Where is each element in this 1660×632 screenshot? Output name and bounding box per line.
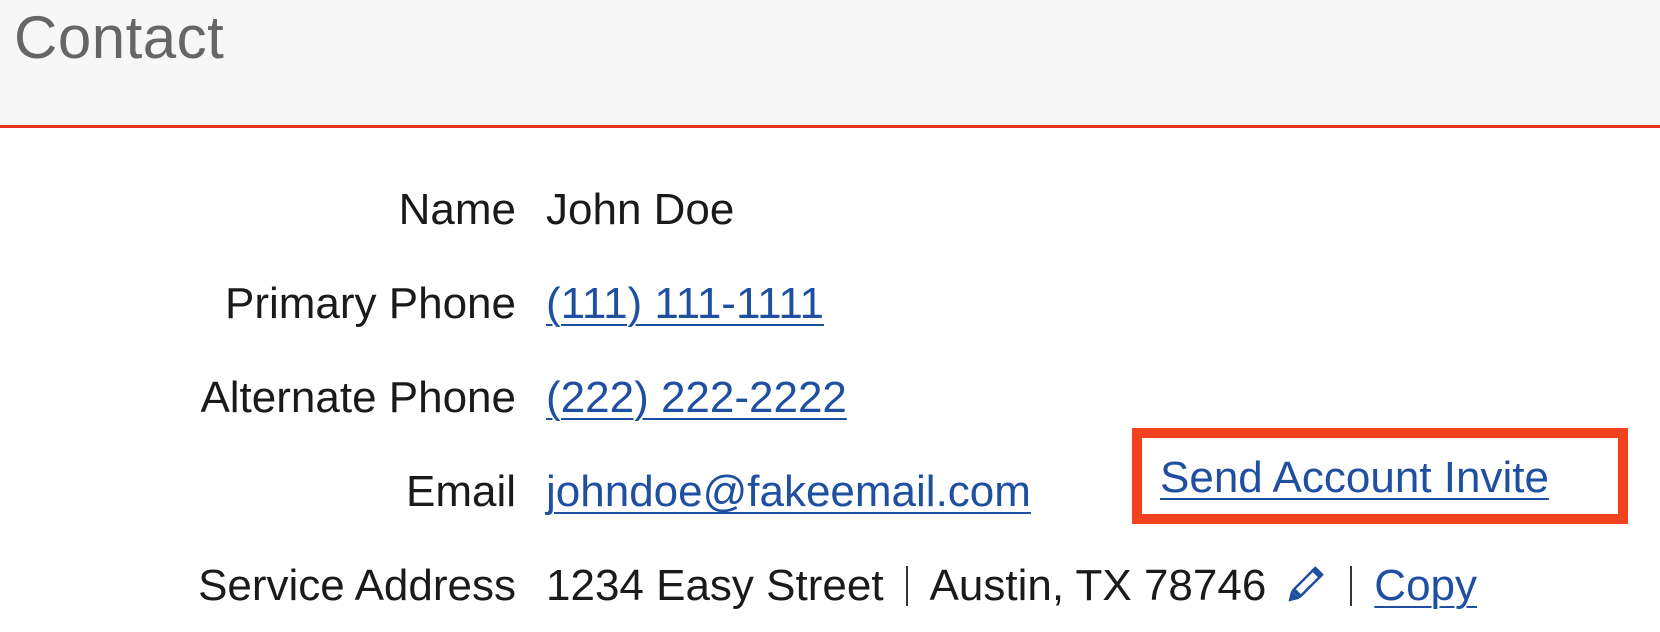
email-link[interactable]: johndoe@fakeemail.com [546, 467, 1031, 517]
address-street: 1234 Easy Street [546, 561, 884, 610]
address-separator [905, 566, 908, 606]
primary-phone-row: Primary Phone (111) 111-1111 [0, 274, 1660, 334]
name-value: John Doe [546, 185, 735, 234]
copy-separator [1350, 566, 1353, 606]
alternate-phone-link[interactable]: (222) 222-2222 [546, 373, 847, 423]
send-account-invite-link[interactable]: Send Account Invite [1160, 452, 1549, 504]
pencil-icon[interactable] [1280, 562, 1328, 610]
primary-phone-label: Primary Phone [224, 279, 516, 328]
alternate-phone-row: Alternate Phone (222) 222-2222 [0, 368, 1660, 428]
service-address-row: Service Address 1234 Easy Street Austin,… [0, 556, 1660, 616]
panel-title: Contact [14, 4, 225, 71]
alternate-phone-label: Alternate Phone [200, 373, 516, 422]
copy-address-link[interactable]: Copy [1374, 561, 1477, 611]
service-address-label: Service Address [198, 561, 516, 610]
primary-phone-link[interactable]: (111) 111-1111 [546, 279, 824, 329]
panel-header: Contact [0, 0, 1660, 128]
name-label: Name [398, 185, 516, 234]
address-city: Austin, TX 78746 [929, 561, 1267, 610]
email-label: Email [405, 467, 516, 516]
name-row: Name John Doe [0, 180, 1660, 240]
